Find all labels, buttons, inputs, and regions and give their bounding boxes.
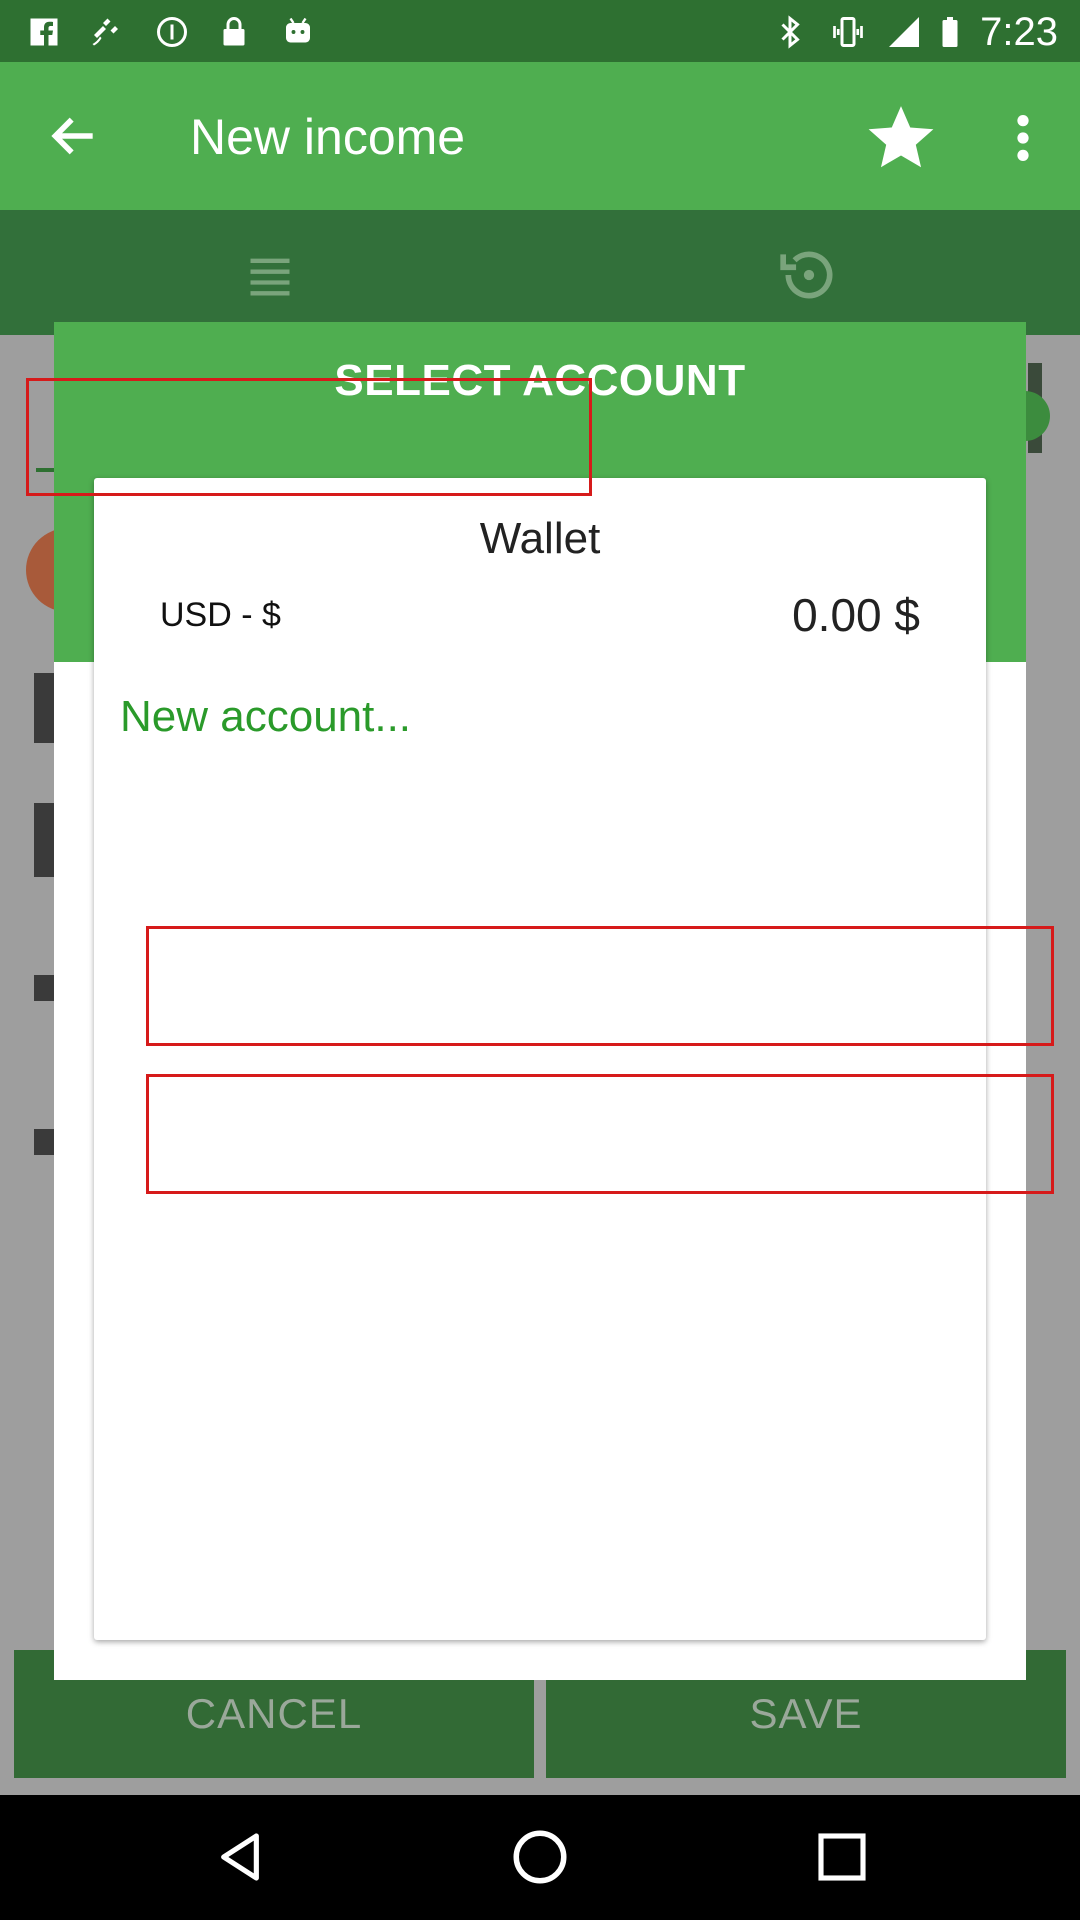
account-item-wallet[interactable]: Wallet USD - $ 0.00 $ <box>94 478 986 668</box>
account-list: Wallet USD - $ 0.00 $ New account... <box>94 478 986 1640</box>
lock-icon <box>223 17 245 46</box>
app-bar: New income <box>0 62 1080 210</box>
history-icon[interactable] <box>778 244 840 306</box>
facebook-icon <box>30 18 58 46</box>
tab-bar <box>0 210 1080 335</box>
person-icon <box>34 975 54 1001</box>
account-name: Wallet <box>479 514 601 563</box>
fake-gps-icon <box>92 18 118 46</box>
info-icon <box>157 17 187 47</box>
more-vert-icon[interactable] <box>1006 112 1040 164</box>
home-nav-icon[interactable] <box>510 1827 570 1887</box>
account-currency: USD - $ <box>160 596 281 634</box>
highlight-box <box>26 378 592 496</box>
signal-icon <box>889 17 919 47</box>
tag-icon <box>34 1129 54 1155</box>
bank-icon <box>34 673 54 743</box>
recents-nav-icon[interactable] <box>814 1829 870 1885</box>
status-bar: 7:23 <box>0 0 1080 62</box>
navigation-bar <box>0 1795 1080 1920</box>
battery-icon <box>942 17 958 47</box>
android-icon <box>286 17 310 43</box>
back-nav-icon[interactable] <box>212 1829 268 1885</box>
page-title: New income <box>190 109 466 165</box>
arrow-back-icon[interactable] <box>46 108 102 164</box>
highlight-box <box>146 926 1054 1046</box>
bluetooth-icon <box>781 15 800 49</box>
highlight-box <box>146 1074 1054 1194</box>
account-balance: 0.00 $ <box>792 589 920 641</box>
new-account-button[interactable]: New account... <box>120 692 411 742</box>
star-icon[interactable] <box>864 100 938 174</box>
calendar-icon <box>34 803 54 877</box>
status-time: 7:23 <box>980 10 1058 54</box>
vibrate-icon <box>833 17 863 47</box>
list-icon[interactable] <box>244 250 296 302</box>
